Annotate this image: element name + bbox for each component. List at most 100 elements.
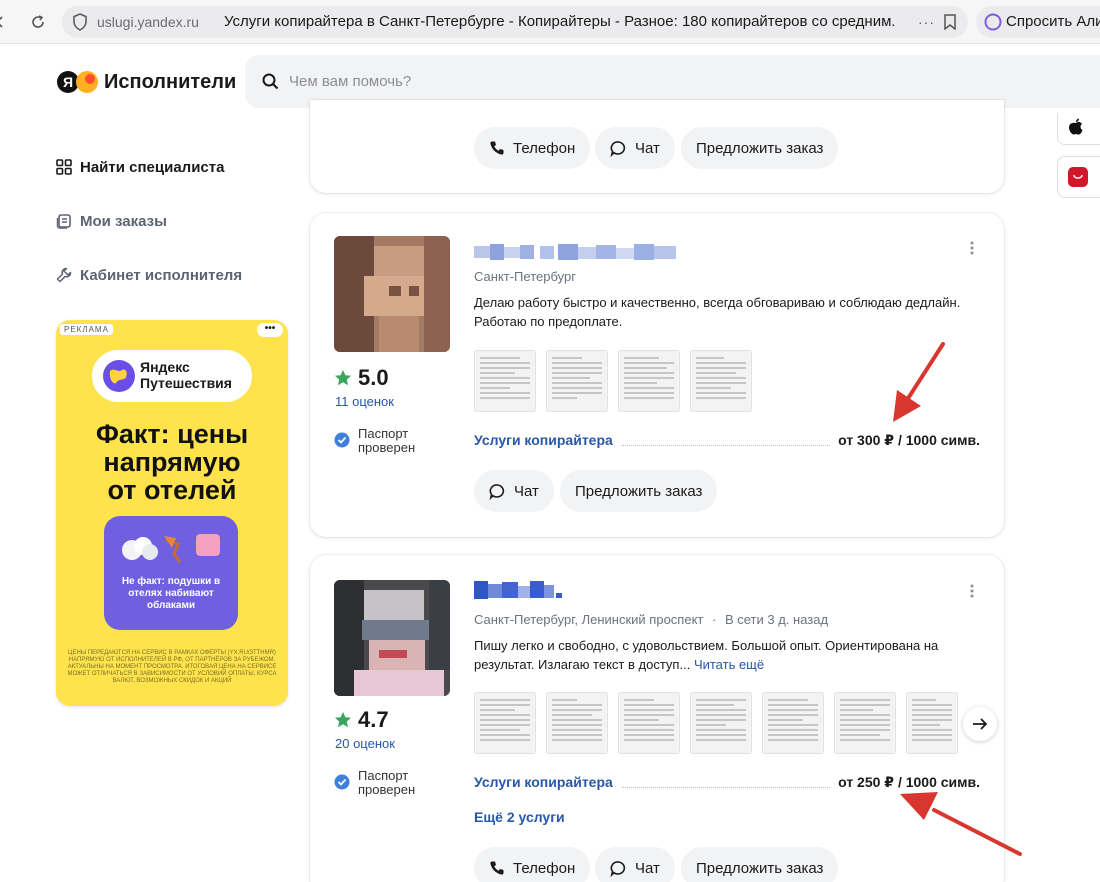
avatar[interactable] (334, 580, 450, 696)
annotation-arrow-icon (900, 792, 1022, 856)
portfolio-thumbnail[interactable] (906, 692, 958, 754)
button-label: Чат (635, 139, 660, 157)
button-label: Чат (514, 482, 539, 500)
portfolio-thumbnail[interactable] (834, 692, 896, 754)
portfolio-thumbnail[interactable] (546, 692, 608, 754)
read-more-link[interactable]: Читать ещё (694, 657, 764, 672)
portfolio-gallery (474, 350, 752, 412)
phone-icon (490, 861, 504, 875)
ask-alice-button[interactable]: Спросить Али (976, 6, 1100, 38)
portfolio-thumbnail[interactable] (474, 692, 536, 754)
portfolio-thumbnail[interactable] (762, 692, 824, 754)
phone-button[interactable]: Телефон (474, 127, 591, 169)
reload-icon[interactable] (28, 12, 48, 32)
service-dotted-leader (622, 787, 830, 788)
apple-icon (1069, 118, 1083, 135)
verified-icon (334, 774, 350, 790)
ad-promo-text: Не факт: подушки в отелях набивают облак… (121, 576, 221, 611)
portfolio-thumbnail[interactable] (690, 692, 752, 754)
portfolio-thumbnail[interactable] (618, 350, 680, 412)
address-bar[interactable]: uslugi.yandex.ru Услуги копирайтера в Са… (62, 6, 968, 38)
phone-button[interactable]: Телефон (474, 847, 591, 882)
more-services-link[interactable]: Ещё 2 услуги (474, 809, 565, 825)
portfolio-thumbnail[interactable] (618, 692, 680, 754)
chat-icon (610, 140, 626, 157)
button-label: Предложить заказ (575, 482, 703, 500)
sidebar-item-performer-cabinet[interactable]: Кабинет исполнителя (56, 264, 242, 286)
description: Делаю работу быстро и качественно, всегд… (474, 295, 961, 329)
chat-button[interactable]: Чат (474, 470, 554, 512)
more-dots-icon[interactable]: ··· (918, 14, 935, 30)
verified-badge: Паспорт проверен (334, 427, 415, 455)
button-label: Телефон (513, 139, 576, 157)
page-tab-title: Услуги копирайтера в Санкт-Петербурге - … (224, 13, 894, 30)
appgallery-badge[interactable] (1057, 156, 1100, 198)
gallery-next-button[interactable] (963, 707, 997, 741)
button-label: Чат (635, 859, 660, 877)
ad-menu-button[interactable]: ••• (257, 323, 283, 337)
verified-icon (334, 432, 350, 448)
service-link[interactable]: Услуги копирайтера (474, 432, 613, 448)
online-status: В сети 3 д. назад (724, 612, 829, 627)
button-label: Телефон (513, 859, 576, 877)
chat-button[interactable]: Чат (595, 127, 675, 169)
back-icon[interactable] (0, 12, 10, 32)
chat-button[interactable]: Чат (595, 847, 675, 882)
svg-text:Я: Я (63, 74, 73, 90)
service-link[interactable]: Услуги копирайтера (474, 774, 613, 790)
avatar[interactable] (334, 236, 450, 352)
reviews-link[interactable]: 20 оценок (335, 736, 395, 751)
service-row: Услуги копирайтера от 300 ₽ / 1000 симв. (474, 432, 980, 452)
service-price: от 300 ₽ / 1000 симв. (838, 432, 980, 448)
sidebar-item-my-orders[interactable]: Мои заказы (56, 210, 167, 232)
portfolio-gallery (474, 692, 958, 754)
rating-value: 5.0 (358, 365, 389, 390)
more-vertical-icon[interactable] (964, 583, 980, 599)
portfolio-thumbnail[interactable] (474, 350, 536, 412)
arrow-right-icon (973, 718, 988, 730)
verified-text: Паспорт проверен (358, 768, 416, 797)
portfolio-thumbnail[interactable] (690, 350, 752, 412)
reviews-link[interactable]: 11 оценок (335, 394, 394, 409)
star-icon (335, 370, 351, 386)
verified-badge: Паспорт проверен (334, 769, 415, 797)
ad-promo-box: Не факт: подушки в отелях набивают облак… (104, 516, 238, 630)
orders-icon (56, 214, 71, 229)
offer-order-button[interactable]: Предложить заказ (681, 847, 839, 882)
more-vertical-icon[interactable] (964, 240, 980, 256)
blurred-photo (334, 580, 450, 696)
alice-icon (984, 13, 1002, 36)
sidebar-item-label: Кабинет исполнителя (80, 266, 243, 284)
shield-icon (72, 13, 88, 36)
pillows-icon (122, 534, 220, 563)
bookmark-icon[interactable] (944, 14, 956, 35)
portfolio-thumbnail[interactable] (546, 350, 608, 412)
advertisement-banner[interactable]: РЕКЛАМА ••• Яндекс Путешествия Факт: цен… (56, 320, 288, 706)
yandex-logo[interactable]: Я Исполнители (56, 70, 236, 94)
rating-value: 4.7 (358, 707, 389, 732)
address-domain: uslugi.yandex.ru (97, 14, 199, 30)
grid-icon (56, 159, 72, 175)
search-icon (262, 73, 279, 95)
ad-label: РЕКЛАМА (60, 324, 113, 335)
verified-text: Паспорт проверен (358, 426, 416, 455)
button-label: Предложить заказ (696, 859, 824, 877)
location: Санкт-Петербург (474, 269, 576, 284)
annotation-arrow-icon (893, 342, 945, 422)
ask-alice-label: Спросить Али (1006, 13, 1100, 30)
sidebar-item-label: Найти специалиста (80, 158, 225, 176)
chat-icon (489, 483, 505, 500)
performer-name-blurred[interactable] (474, 579, 566, 599)
offer-order-button[interactable]: Предложить заказ (681, 127, 839, 169)
chat-icon (610, 860, 626, 877)
sidebar-item-find-specialist[interactable]: Найти специалиста (56, 156, 224, 178)
globe-icon (103, 360, 135, 392)
blurred-photo (334, 236, 450, 352)
phone-icon (490, 141, 504, 155)
performer-name-blurred[interactable] (474, 244, 678, 260)
button-label: Предложить заказ (696, 139, 824, 157)
app-store-badge[interactable] (1057, 113, 1100, 145)
location: Санкт-Петербург, Ленинский проспект (474, 612, 704, 627)
offer-order-button[interactable]: Предложить заказ (560, 470, 718, 512)
service-dotted-leader (622, 445, 830, 446)
